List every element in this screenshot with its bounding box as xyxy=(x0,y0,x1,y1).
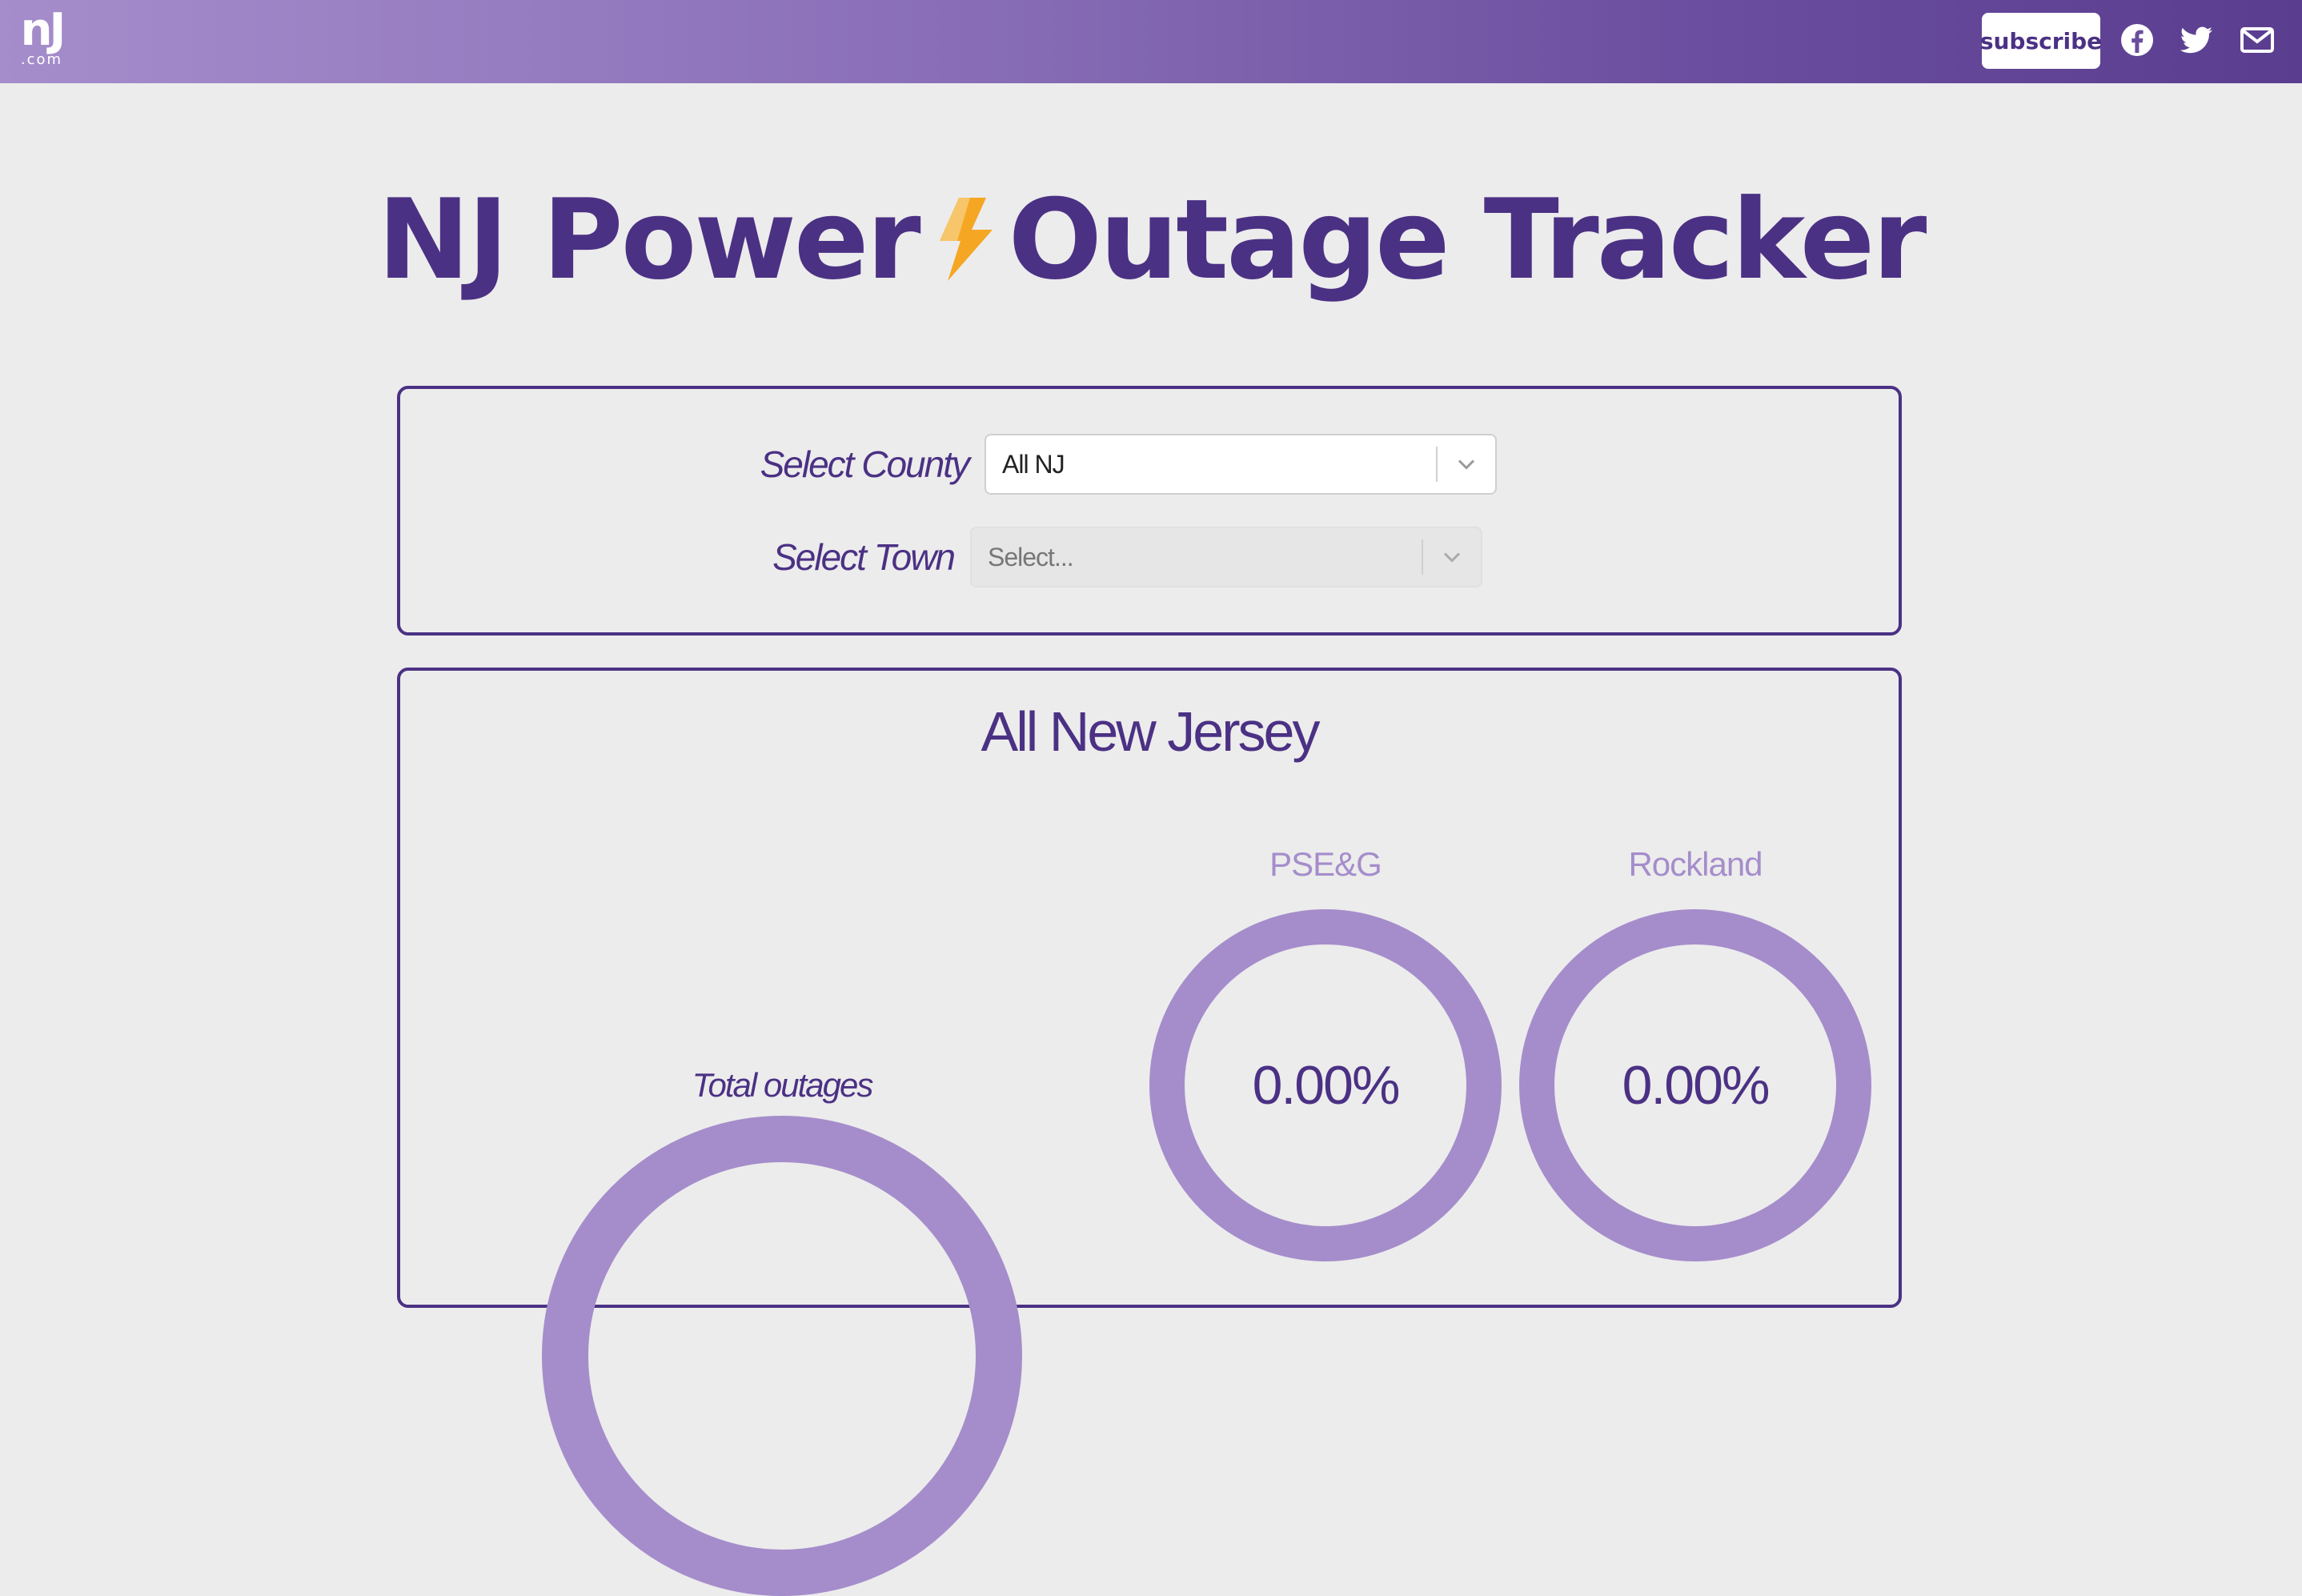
logo-sub: .com xyxy=(20,51,63,68)
town-select-placeholder: Select... xyxy=(988,542,1074,571)
chevron-down-icon[interactable] xyxy=(1423,527,1481,587)
county-row: Select County All NJ xyxy=(752,434,1497,495)
lightning-bolt-icon xyxy=(930,194,997,283)
county-label: Select County xyxy=(760,443,970,485)
chevron-down-icon[interactable] xyxy=(1438,434,1495,495)
utility-label-rockland: Rockland xyxy=(1628,845,1763,883)
total-outages-ring xyxy=(542,1116,1022,1596)
mail-icon[interactable] xyxy=(2238,21,2276,59)
facebook-icon[interactable] xyxy=(2118,21,2156,59)
total-outages-label: Total outages xyxy=(692,1066,874,1104)
results-panel: All New Jersey Total outages PSE&G 0.00%… xyxy=(397,668,1902,1596)
utility-value-psege: 0.00% xyxy=(1252,1055,1401,1116)
utility-value-rockland: 0.00% xyxy=(1622,1055,1771,1116)
results-title: All New Jersey xyxy=(981,700,1321,763)
logo-main: nJ xyxy=(20,4,66,56)
filter-panel: Select County All NJ Select Town Select.… xyxy=(397,386,1902,636)
town-select[interactable]: Select... xyxy=(970,527,1482,587)
twitter-icon[interactable] xyxy=(2177,21,2216,59)
nj-com-logo[interactable]: nJ .com xyxy=(13,8,70,69)
utility-label-psege: PSE&G xyxy=(1269,845,1382,883)
top-bar: nJ .com subscribe xyxy=(0,0,2302,83)
page-title: NJ Power Outage Tracker xyxy=(0,176,2302,304)
county-select-value: All NJ xyxy=(1002,449,1065,479)
county-select[interactable]: All NJ xyxy=(985,434,1497,495)
town-row: Select Town Select... xyxy=(738,527,1482,587)
town-label: Select Town xyxy=(772,536,956,578)
page-title-part2: Outage Tracker xyxy=(1008,175,1927,304)
subscribe-button[interactable]: subscribe xyxy=(1980,13,2102,69)
utility-ring-rockland: 0.00% xyxy=(1519,909,1871,1261)
page-title-part1: NJ Power xyxy=(377,175,921,304)
utility-ring-psege: 0.00% xyxy=(1149,909,1502,1261)
